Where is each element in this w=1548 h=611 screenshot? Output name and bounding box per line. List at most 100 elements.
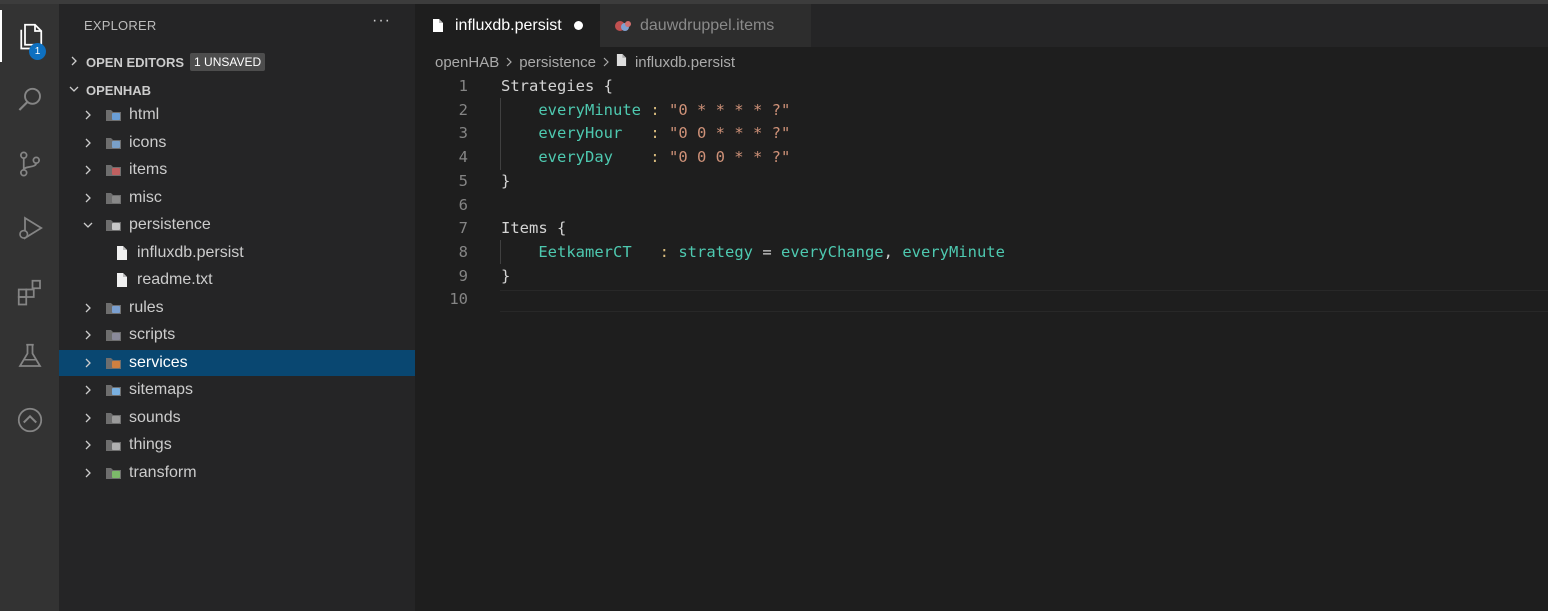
chevron-right-icon — [81, 468, 95, 478]
line-number: 10 — [449, 290, 468, 309]
folder-item-things[interactable]: things — [59, 432, 415, 458]
code-token: : — [622, 124, 669, 143]
folder-item-items[interactable]: items — [59, 157, 415, 183]
folder-item-html[interactable]: html — [59, 102, 415, 128]
code-line[interactable]: 6 — [415, 193, 1548, 217]
code-line[interactable]: 5} — [415, 169, 1548, 193]
tree-item-label: services — [129, 353, 188, 371]
code-line[interactable]: 10 — [415, 287, 1548, 311]
tree-item-label: scripts — [129, 326, 176, 343]
editor-tab-bar: influxdb.persist dauwdruppel.items — [415, 4, 1548, 47]
code-text: everyDay : "0 0 0 * * ?" — [501, 145, 790, 169]
code-token: everyChange — [780, 242, 884, 261]
code-line[interactable]: 3 everyHour : "0 0 * * * ?" — [415, 121, 1548, 145]
chevron-down-icon — [81, 220, 95, 230]
extensions-button[interactable] — [0, 266, 59, 318]
openhab-icon — [17, 407, 42, 433]
breadcrumb: openHAB persistence influxdb.persist — [435, 52, 735, 72]
chevron-right-icon — [81, 358, 95, 368]
testing-button[interactable] — [0, 330, 59, 382]
tab-influxdb-persist[interactable]: influxdb.persist — [415, 4, 600, 47]
tab-dauwdruppel-items[interactable]: dauwdruppel.items — [600, 4, 811, 47]
folder-item-rules[interactable]: rules — [59, 295, 415, 321]
code-token: Items { — [501, 219, 567, 238]
code-line[interactable]: 2 everyMinute : "0 * * * * ?" — [415, 98, 1548, 122]
code-line[interactable]: 9} — [415, 264, 1548, 288]
open-editors-label: OPEN EDITORS — [86, 54, 185, 70]
folder-icon — [103, 190, 123, 206]
code-token: "0 0 * * * ?" — [669, 124, 791, 143]
folder-item-persistence[interactable]: persistence — [59, 212, 415, 238]
code-token: everyMinute — [538, 100, 641, 119]
file-item[interactable]: readme.txt — [59, 267, 415, 293]
testing-icon — [17, 343, 42, 367]
search-button[interactable] — [0, 74, 59, 126]
chevron-right-icon — [81, 413, 95, 423]
folder-item-icons[interactable]: icons — [59, 130, 415, 156]
tab-label: influxdb.persist — [455, 16, 562, 34]
breadcrumb-item[interactable]: openHAB — [435, 54, 499, 71]
code-text: Items { — [501, 216, 566, 240]
code-token: everyHour — [538, 124, 623, 143]
code-token: everyMinute — [902, 242, 1005, 261]
run-debug-icon — [18, 216, 43, 240]
open-editors-section[interactable]: OPEN EDITORS 1 UNSAVED — [59, 49, 415, 75]
code-token: Strategies { — [501, 77, 613, 95]
folder-item-services[interactable]: services — [59, 349, 415, 376]
tree-item-label: influxdb.persist — [137, 243, 244, 261]
code-token: EetkamerCT — [538, 242, 632, 261]
code-line[interactable]: 4 everyDay : "0 0 0 * * ?" — [415, 145, 1548, 169]
breadcrumb-item[interactable]: persistence — [519, 54, 596, 71]
code-line[interactable]: 7 Items { — [415, 216, 1548, 240]
tab-label: dauwdruppel.items — [640, 16, 775, 34]
chevron-right-icon — [81, 440, 95, 450]
unsaved-dot-icon[interactable] — [573, 21, 583, 30]
workspace-label: OPENHAB — [86, 82, 152, 98]
breadcrumb-item[interactable]: influxdb.persist — [635, 54, 735, 71]
workspace-section[interactable]: OPENHAB — [59, 77, 415, 103]
folder-icon — [103, 135, 123, 151]
more-actions-button[interactable]: ··· — [372, 12, 391, 30]
chevron-right-icon — [81, 193, 95, 203]
folder-item-sounds[interactable]: sounds — [59, 405, 415, 431]
code-token: } — [501, 266, 511, 285]
line-number: 3 — [458, 124, 468, 143]
openhab-button[interactable] — [0, 394, 59, 446]
folder-icon — [103, 300, 123, 316]
chevron-right-icon — [62, 56, 86, 69]
folder-icon — [103, 465, 123, 481]
folder-item-transform[interactable]: transform — [59, 460, 415, 486]
explorer-button[interactable]: 1 — [0, 10, 59, 62]
folder-icon — [103, 410, 123, 426]
tree-item-label: transform — [129, 463, 197, 481]
extensions-icon — [17, 279, 41, 306]
chevron-right-icon — [81, 165, 95, 175]
folder-icon — [103, 162, 123, 178]
line-number: 9 — [458, 266, 468, 285]
tree-item-label: icons — [129, 133, 167, 151]
code-text: everyMinute : "0 * * * * ?" — [501, 98, 790, 122]
folder-item-misc[interactable]: misc — [59, 185, 415, 211]
folder-item-scripts[interactable]: scripts — [59, 322, 415, 348]
folder-item-sitemaps[interactable]: sitemaps — [59, 377, 415, 403]
chevron-right-icon — [81, 138, 95, 148]
file-item[interactable]: influxdb.persist — [59, 240, 415, 266]
code-line[interactable]: 1 Strategies { — [415, 74, 1548, 98]
source-control-button[interactable] — [0, 138, 59, 190]
code-token: = — [752, 242, 781, 261]
tree-item-label: persistence — [129, 216, 211, 233]
code-token: , — [883, 242, 903, 261]
code-token: : — [612, 148, 669, 167]
explorer-title: EXPLORER — [84, 18, 157, 33]
chevron-down-icon — [62, 84, 86, 97]
folder-icon — [103, 437, 123, 453]
code-line[interactable]: 8 EetkamerCT : strategy = everyChange, e… — [415, 240, 1548, 264]
run-debug-button[interactable] — [0, 202, 59, 254]
chevron-right-icon — [81, 303, 95, 313]
code-text: Strategies { — [501, 74, 613, 98]
code-token: } — [501, 171, 511, 190]
